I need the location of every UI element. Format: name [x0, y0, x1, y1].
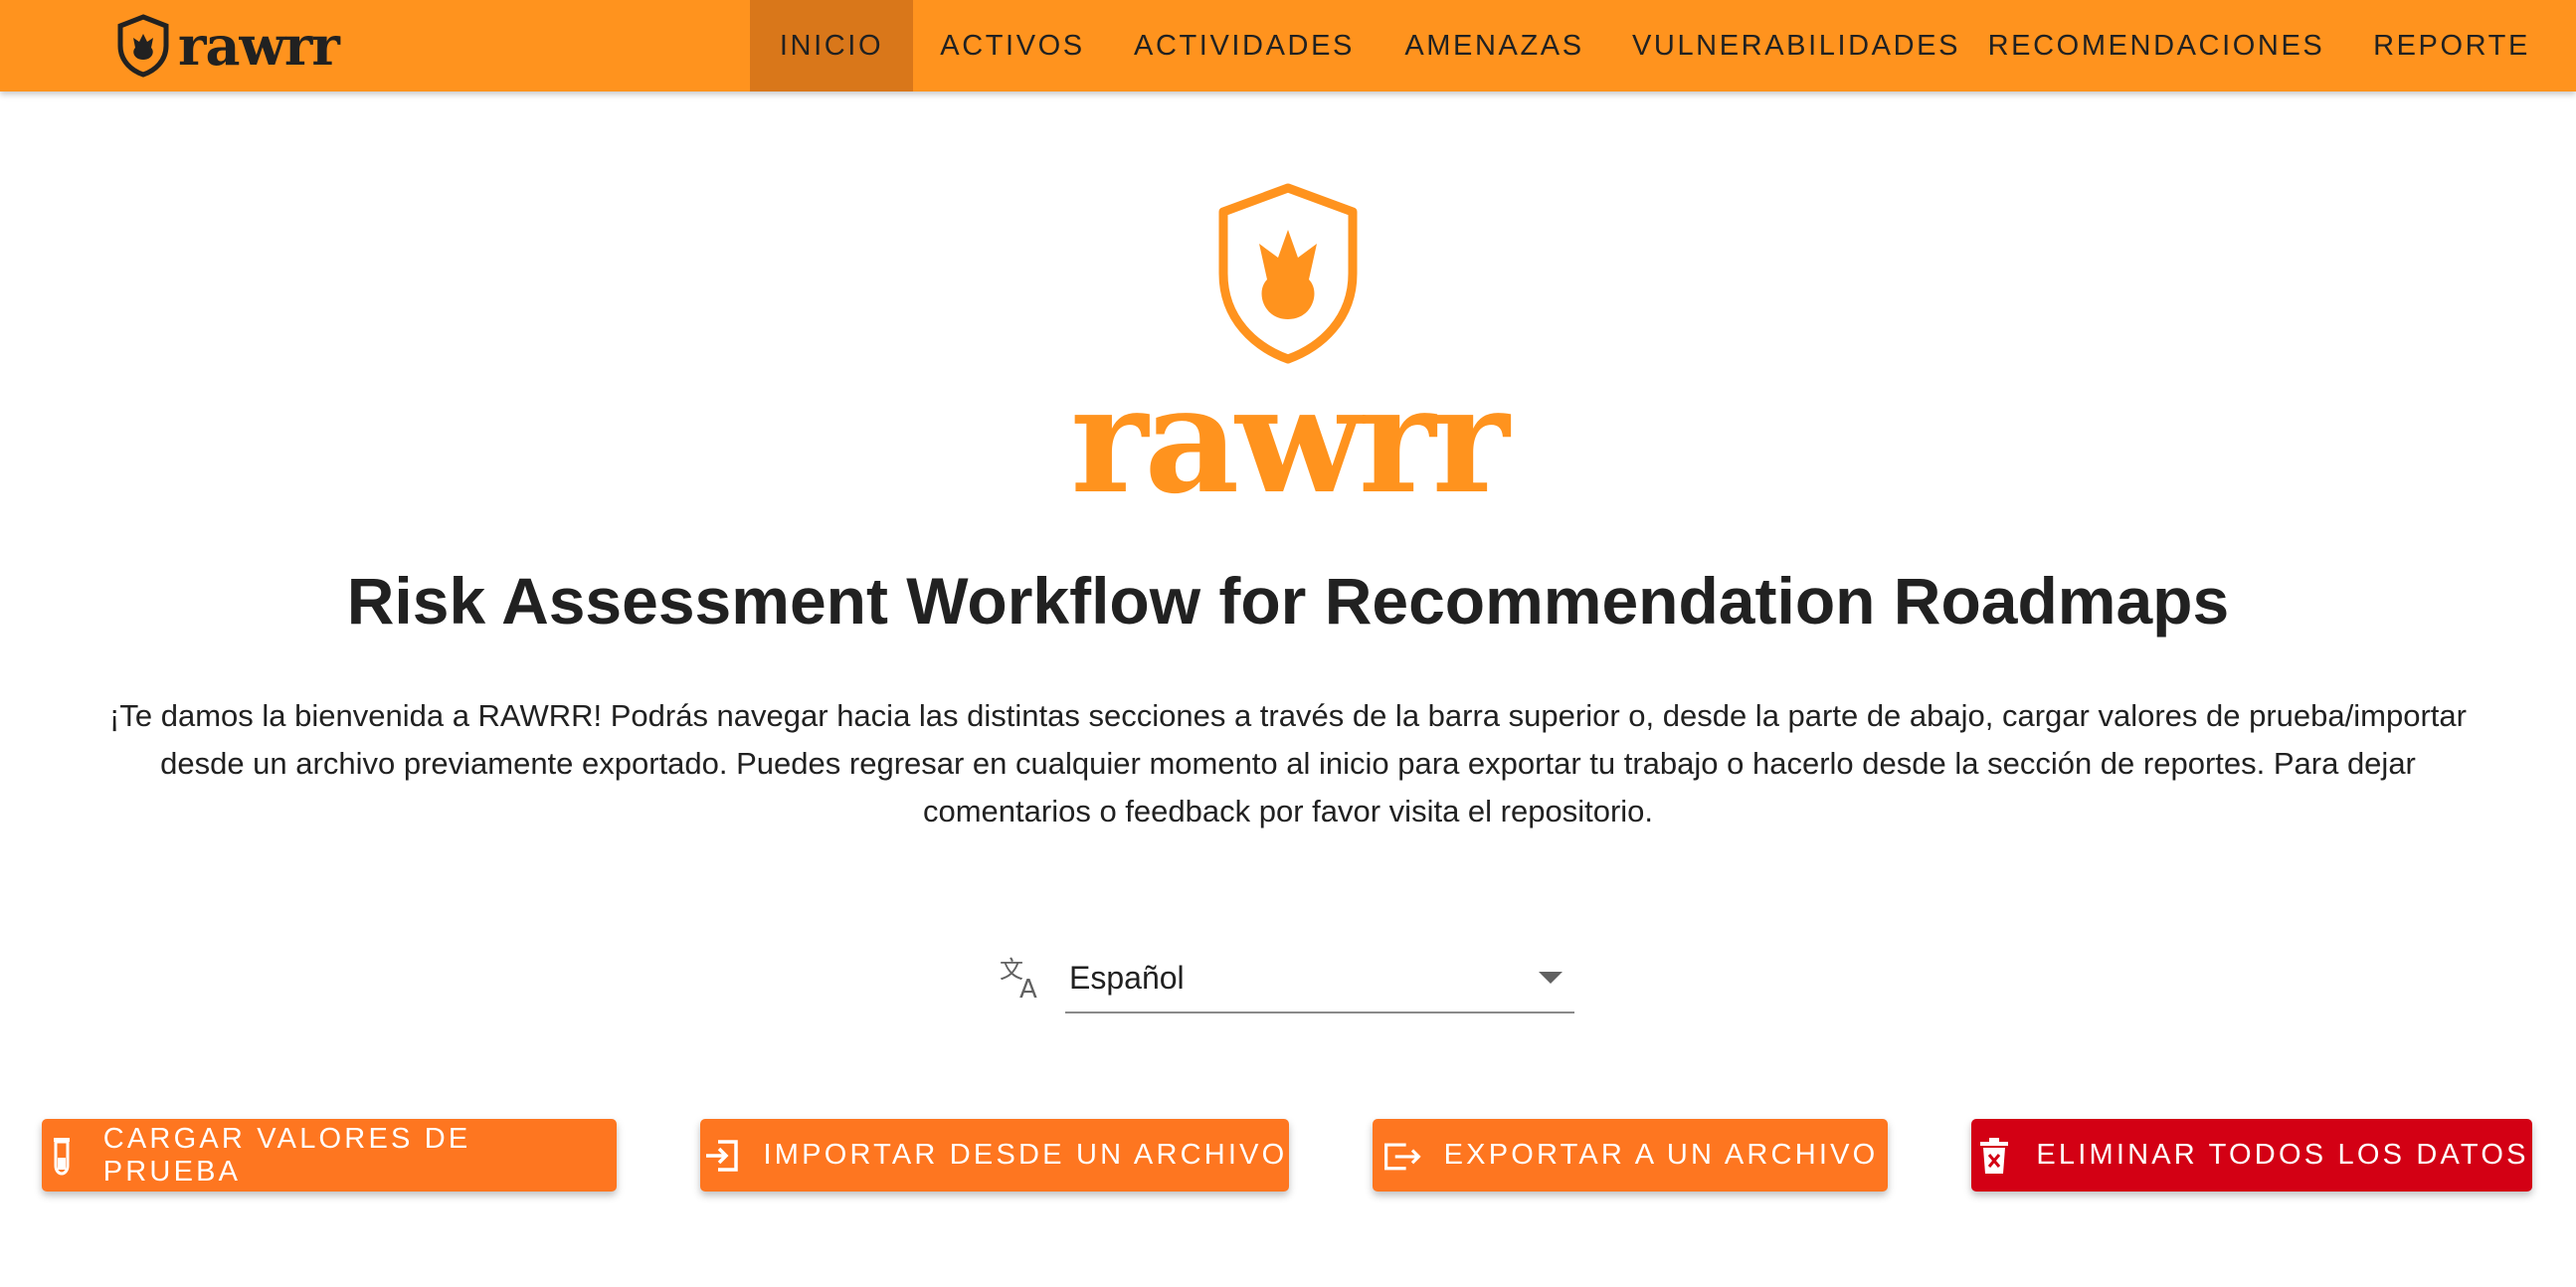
- nav-tab-recomendaciones[interactable]: RECOMENDACIONES: [1980, 0, 2332, 92]
- nav-tab-inicio[interactable]: INICIO: [750, 0, 913, 92]
- load-sample-data-label: CARGAR VALORES DE PRUEBA: [102, 1122, 471, 1188]
- nav-tab-reporte[interactable]: REPORTE: [2332, 0, 2571, 92]
- trash-icon: [1974, 1136, 2014, 1176]
- intro-text: ¡Te damos la bienvenida a RAWRR! Podrás …: [109, 698, 2467, 828]
- import-icon: [702, 1136, 742, 1176]
- delete-all-data-label: ELIMINAR TODOS LOS DATOS: [2036, 1139, 2529, 1171]
- page-title: Risk Assessment Workflow for Recommendat…: [346, 564, 2230, 638]
- nav-tab-amenazas[interactable]: AMENAZAS: [1377, 0, 1612, 92]
- import-file-label: IMPORTAR DESDE UN ARCHIVO: [763, 1139, 1288, 1171]
- main-nav: INICIO ACTIVOS ACTIVIDADES AMENAZAS VULN…: [750, 0, 2571, 92]
- svg-text:A: A: [1019, 975, 1037, 1002]
- nav-tab-vulnerabilidades[interactable]: VULNERABILIDADES: [1612, 0, 1980, 92]
- hero-wordmark: rawrr: [1070, 353, 1509, 526]
- delete-all-data-button[interactable]: ELIMINAR TODOS LOS DATOS: [1971, 1119, 2532, 1192]
- dropdown-caret-icon: [1539, 972, 1563, 984]
- export-icon: [1382, 1136, 1422, 1176]
- test-tube-icon: [42, 1136, 82, 1176]
- import-file-button[interactable]: IMPORTAR DESDE UN ARCHIVO: [700, 1119, 1289, 1192]
- translate-icon: 文 A: [1000, 956, 1037, 1002]
- load-sample-data-button[interactable]: CARGAR VALORES DE PRUEBA: [42, 1119, 617, 1192]
- nav-tab-activos[interactable]: ACTIVOS: [913, 0, 1112, 92]
- export-file-label: EXPORTAR A UN ARCHIVO: [1443, 1139, 1879, 1171]
- export-file-button[interactable]: EXPORTAR A UN ARCHIVO: [1373, 1119, 1888, 1192]
- language-selector: 文 A Español: [998, 950, 1574, 1013]
- language-select[interactable]: Español: [1065, 950, 1574, 1013]
- language-select-value: Español: [1069, 960, 1185, 996]
- top-app-bar: rawrr INICIO ACTIVOS ACTIVIDADES AMENAZA…: [0, 0, 2576, 92]
- nav-tab-actividades[interactable]: ACTIVIDADES: [1112, 0, 1377, 92]
- shield-paw-icon: [117, 14, 169, 78]
- brand-wordmark: rawrr: [178, 14, 340, 78]
- brand-logo[interactable]: rawrr: [116, 12, 340, 80]
